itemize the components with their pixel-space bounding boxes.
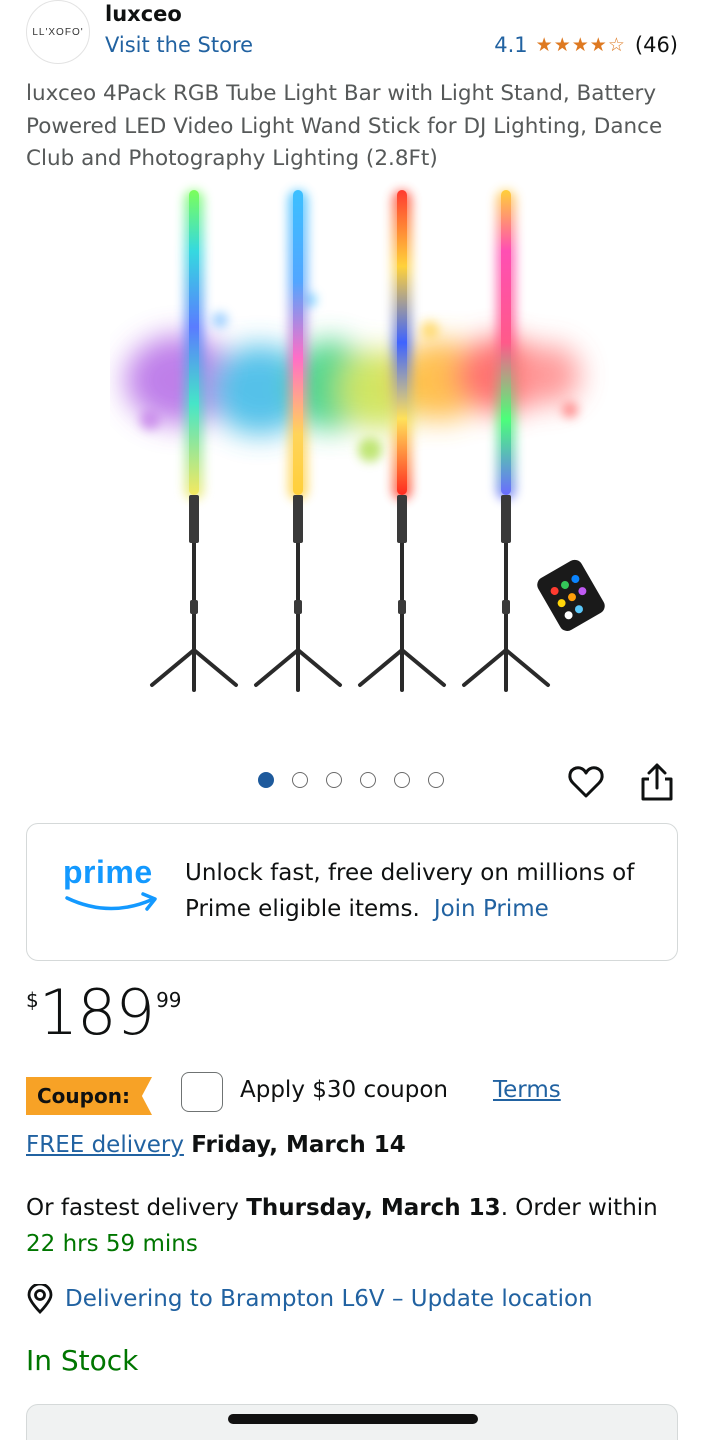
free-delivery-date: Friday, March 14 bbox=[191, 1132, 406, 1158]
fastest-delivery-line: Or fastest delivery Thursday, March 13. … bbox=[26, 1190, 686, 1262]
star-icon: ★ bbox=[571, 33, 589, 56]
visit-store-link[interactable]: Visit the Store bbox=[105, 33, 253, 57]
product-image[interactable] bbox=[110, 180, 620, 720]
prime-logo-text: prime bbox=[63, 854, 153, 890]
prime-promo-card[interactable]: prime Unlock fast, free delivery on mill… bbox=[26, 823, 678, 961]
stock-status: In Stock bbox=[26, 1344, 139, 1377]
rgb-tube-lights-on-tripods-image bbox=[125, 190, 605, 692]
store-header: LL'XOFO' luxceo Visit the Store 4.1 ★ ★ … bbox=[26, 0, 686, 66]
carousel-dot[interactable] bbox=[428, 772, 444, 788]
coupon-checkbox[interactable] bbox=[181, 1072, 223, 1112]
free-delivery-line: FREE delivery Friday, March 14 bbox=[26, 1132, 406, 1158]
star-icon: ★ bbox=[535, 33, 553, 56]
star-icon: ★ bbox=[553, 33, 571, 56]
carousel-dot[interactable] bbox=[326, 772, 342, 788]
carousel-dot-active[interactable] bbox=[258, 772, 274, 788]
price-whole: 189 bbox=[38, 976, 155, 1049]
star-empty-icon: ☆ bbox=[607, 33, 625, 56]
price-fraction: 99 bbox=[156, 988, 182, 1012]
brand-name[interactable]: luxceo bbox=[105, 2, 182, 26]
image-carousel-dots bbox=[258, 772, 444, 788]
price: $ 189 99 bbox=[26, 980, 182, 1046]
rating-count: (46) bbox=[634, 33, 678, 57]
star-icon: ★ bbox=[589, 33, 607, 56]
join-prime-link[interactable]: Join Prime bbox=[434, 896, 549, 922]
fastest-prefix: Or fastest delivery bbox=[26, 1195, 239, 1221]
delivery-location[interactable]: Delivering to Brampton L6V – Update loca… bbox=[26, 1284, 593, 1314]
rating-summary[interactable]: 4.1 ★ ★ ★ ★ ☆ (46) bbox=[494, 33, 678, 57]
free-delivery-link[interactable]: FREE delivery bbox=[26, 1132, 184, 1158]
heart-icon[interactable] bbox=[567, 763, 605, 801]
fastest-date: Thursday, March 13 bbox=[246, 1195, 501, 1221]
location-pin-icon bbox=[27, 1284, 53, 1314]
prime-message-text: Unlock fast, free delivery on millions o… bbox=[185, 860, 635, 922]
delivery-location-text[interactable]: Delivering to Brampton L6V – Update loca… bbox=[65, 1286, 593, 1312]
rating-stars: ★ ★ ★ ★ ☆ bbox=[535, 33, 625, 56]
price-symbol: $ bbox=[26, 988, 39, 1012]
share-icon[interactable] bbox=[637, 761, 677, 803]
prime-logo: prime bbox=[63, 854, 163, 916]
store-logo[interactable]: LL'XOFO' bbox=[26, 0, 90, 64]
carousel-dot[interactable] bbox=[292, 772, 308, 788]
coupon-row: Coupon: Apply $30 coupon Terms bbox=[26, 1072, 686, 1116]
carousel-dot[interactable] bbox=[394, 772, 410, 788]
carousel-dot[interactable] bbox=[360, 772, 376, 788]
prime-message: Unlock fast, free delivery on millions o… bbox=[185, 855, 655, 927]
prime-smile-icon bbox=[65, 892, 157, 911]
home-indicator bbox=[228, 1414, 478, 1424]
rating-value: 4.1 bbox=[494, 33, 528, 57]
coupon-apply-label[interactable]: Apply $30 coupon bbox=[240, 1077, 448, 1103]
coupon-terms-link[interactable]: Terms bbox=[493, 1077, 561, 1103]
coupon-badge: Coupon: bbox=[26, 1077, 152, 1115]
order-within-text: . Order within bbox=[500, 1195, 658, 1221]
product-title: luxceo 4Pack RGB Tube Light Bar with Lig… bbox=[26, 81, 663, 171]
delivery-countdown: 22 hrs 59 mins bbox=[26, 1231, 198, 1257]
